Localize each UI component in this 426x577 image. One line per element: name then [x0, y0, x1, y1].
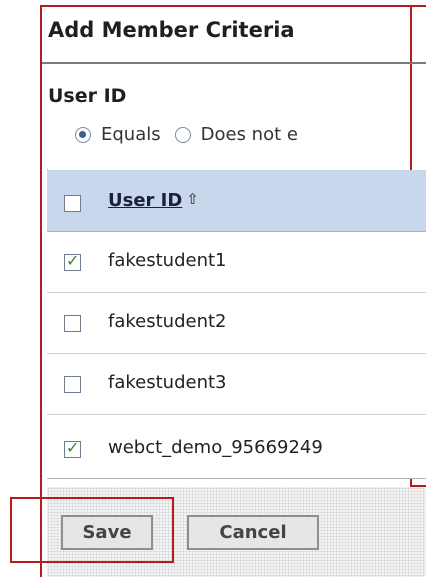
- save-highlight-box: [10, 497, 174, 563]
- radio-equals-label[interactable]: Equals: [101, 124, 161, 145]
- criteria-options: Equals Does not e: [75, 124, 312, 145]
- table-header: User ID ⇧: [47, 170, 426, 232]
- row-checkbox[interactable]: [64, 251, 81, 271]
- annotation-line-top: [40, 5, 426, 7]
- radio-equals[interactable]: [75, 126, 91, 143]
- annotation-line-left: [40, 5, 42, 577]
- table-row: fakestudent1: [47, 232, 426, 293]
- table-row: webct_demo_95669249: [47, 415, 426, 479]
- criteria-label: User ID: [48, 85, 127, 107]
- cancel-button[interactable]: Cancel: [187, 515, 319, 550]
- user-id-cell: fakestudent3: [108, 372, 227, 393]
- table-row: fakestudent2: [47, 293, 426, 354]
- user-id-cell: fakestudent2: [108, 311, 227, 332]
- radio-does-not-equal-label[interactable]: Does not e: [201, 124, 298, 145]
- user-id-column-label: User ID: [108, 190, 183, 211]
- user-id-cell: fakestudent1: [108, 250, 227, 271]
- row-checkbox[interactable]: [64, 315, 81, 332]
- page-title: Add Member Criteria: [48, 18, 295, 42]
- row-checkbox[interactable]: [64, 438, 81, 458]
- table-row: fakestudent3: [47, 354, 426, 415]
- user-id-cell: webct_demo_95669249: [108, 437, 323, 458]
- radio-does-not-equal[interactable]: [174, 126, 191, 143]
- select-all-checkbox[interactable]: [64, 195, 81, 212]
- row-checkbox[interactable]: [64, 376, 81, 393]
- user-id-column-sort[interactable]: User ID ⇧: [108, 190, 199, 211]
- sort-ascending-icon: ⇧: [186, 190, 199, 208]
- title-divider: [42, 62, 426, 64]
